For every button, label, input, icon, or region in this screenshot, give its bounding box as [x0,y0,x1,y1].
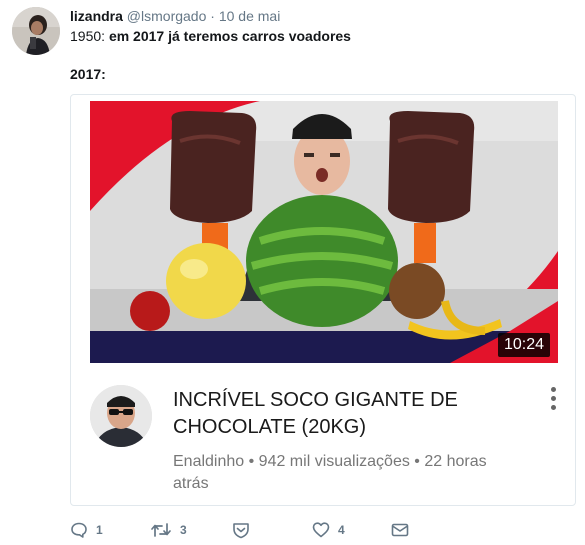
user-name[interactable]: lizandra [70,8,123,24]
video-meta: Enaldinho • 942 mil visualizações • 22 h… [173,453,487,492]
tweet-text: 1950: em 2017 já teremos carros voadores… [70,27,570,83]
tweet-line-2: 2017: [70,66,106,82]
like-button[interactable]: 4 [312,520,345,540]
direct-message-button[interactable] [391,520,409,540]
user-avatar[interactable] [12,7,60,55]
retweet-button[interactable]: 3 [150,520,187,540]
shield-button[interactable] [232,520,250,540]
retweet-icon [151,523,171,537]
tweet-date[interactable]: 10 de mai [219,8,280,24]
envelope-icon [391,523,409,537]
tweet-header: lizandra @lsmorgado · 10 de mai [70,7,280,25]
channel-avatar[interactable] [90,385,152,447]
like-count: 4 [338,523,345,537]
video-title[interactable]: INCRÍVEL SOCO GIGANTE DE CHOCOLATE (20KG… [173,387,503,441]
tweet-line-1-prefix: 1950: [70,28,109,44]
video-card[interactable]: 10:24 INCRÍVEL SOCO GIGANTE DE CHOCOLATE… [70,94,576,506]
user-handle[interactable]: @lsmorgado [127,8,207,24]
reply-icon [71,522,87,538]
video-duration: 10:24 [497,333,550,357]
tweet: lizandra @lsmorgado · 10 de mai 1950: em… [0,0,585,545]
shield-icon [233,523,249,539]
reply-count: 1 [96,523,103,537]
heart-icon [312,522,330,538]
video-thumbnail[interactable]: 10:24 [90,101,558,363]
separator-dot: · [210,8,215,24]
tweet-line-1-bold: em 2017 já teremos carros voadores [108,28,351,44]
reply-button[interactable]: 1 [70,520,103,540]
tweet-line-1: 1950: em 2017 já teremos carros voadores [70,27,570,45]
retweet-count: 3 [180,523,187,537]
more-vertical-icon[interactable] [548,387,558,415]
